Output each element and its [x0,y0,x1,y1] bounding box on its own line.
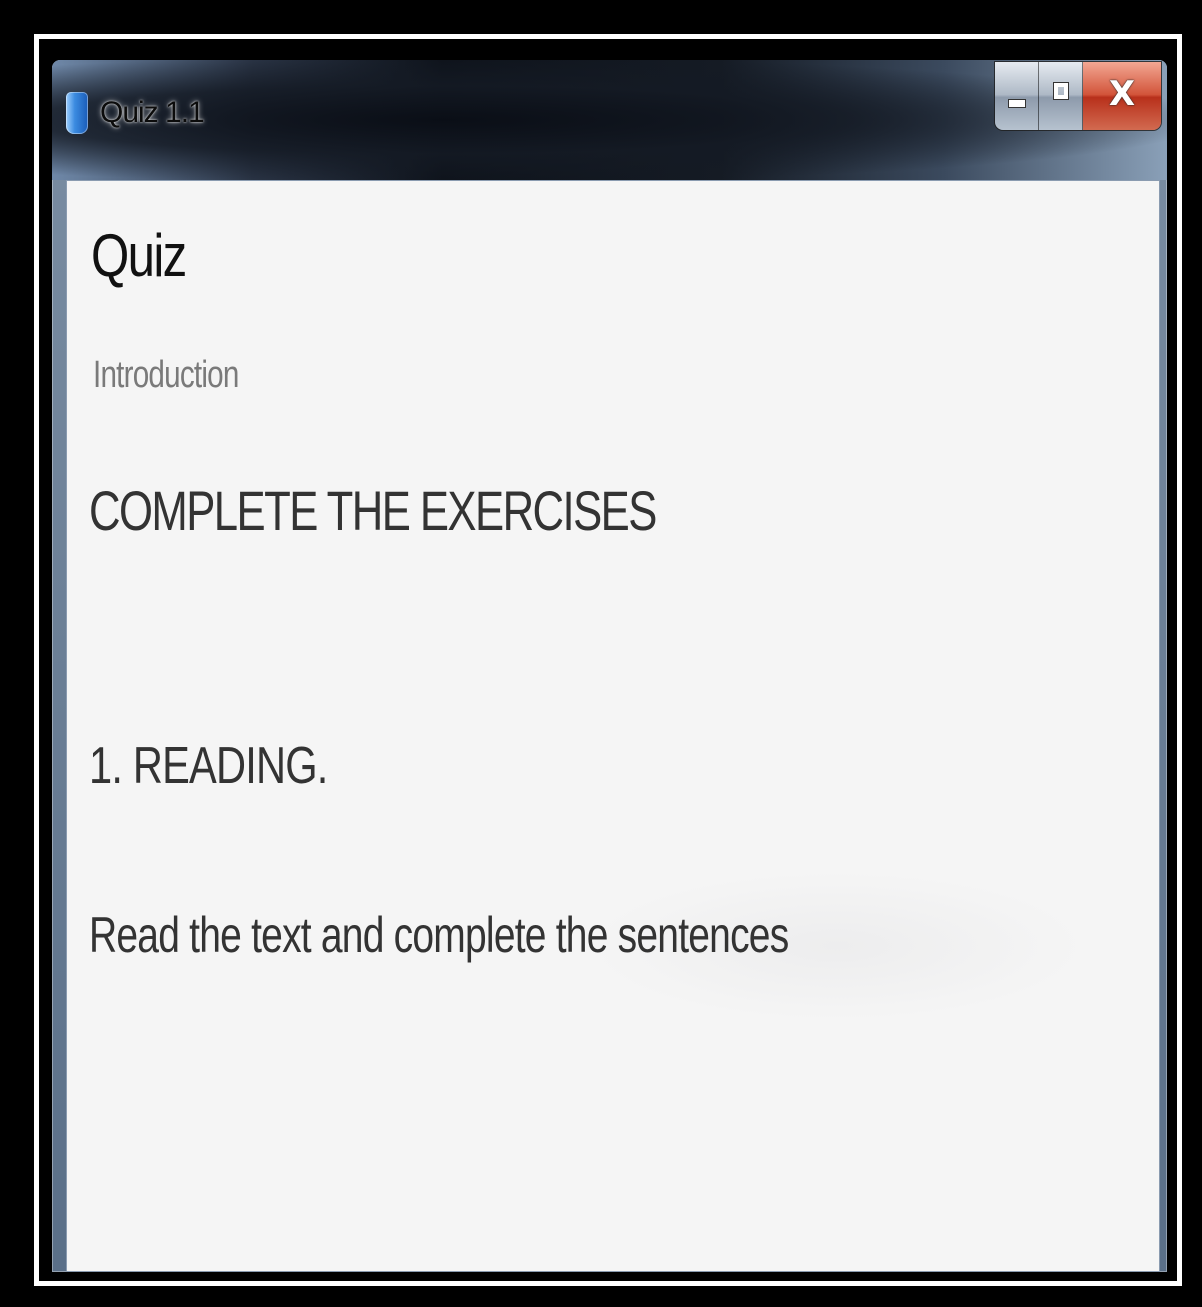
exercises-heading: COMPLETE THE EXERCISES [89,479,657,542]
instruction-text: Read the text and complete the sentences [89,907,789,963]
minimize-icon [1007,98,1026,108]
close-button[interactable]: X [1083,62,1161,130]
maximize-icon [1052,82,1069,100]
quiz-window: Quiz 1.1 X Quiz Introduction COMPLETE TH… [52,60,1167,1272]
screenshot-frame: Quiz 1.1 X Quiz Introduction COMPLETE TH… [0,0,1202,1307]
close-icon: X [1108,74,1136,114]
caption-buttons: X [995,62,1161,130]
title-bar[interactable]: Quiz 1.1 X [52,60,1167,180]
section-title: 1. READING. [89,737,328,795]
page-subtitle: Introduction [93,354,239,396]
minimize-button[interactable] [995,62,1039,130]
client-area: Quiz Introduction COMPLETE THE EXERCISES… [66,180,1160,1272]
maximize-button[interactable] [1039,62,1083,130]
window-title: Quiz 1.1 [100,96,205,129]
app-cube-icon[interactable] [66,92,88,134]
page-title: Quiz [91,222,187,289]
